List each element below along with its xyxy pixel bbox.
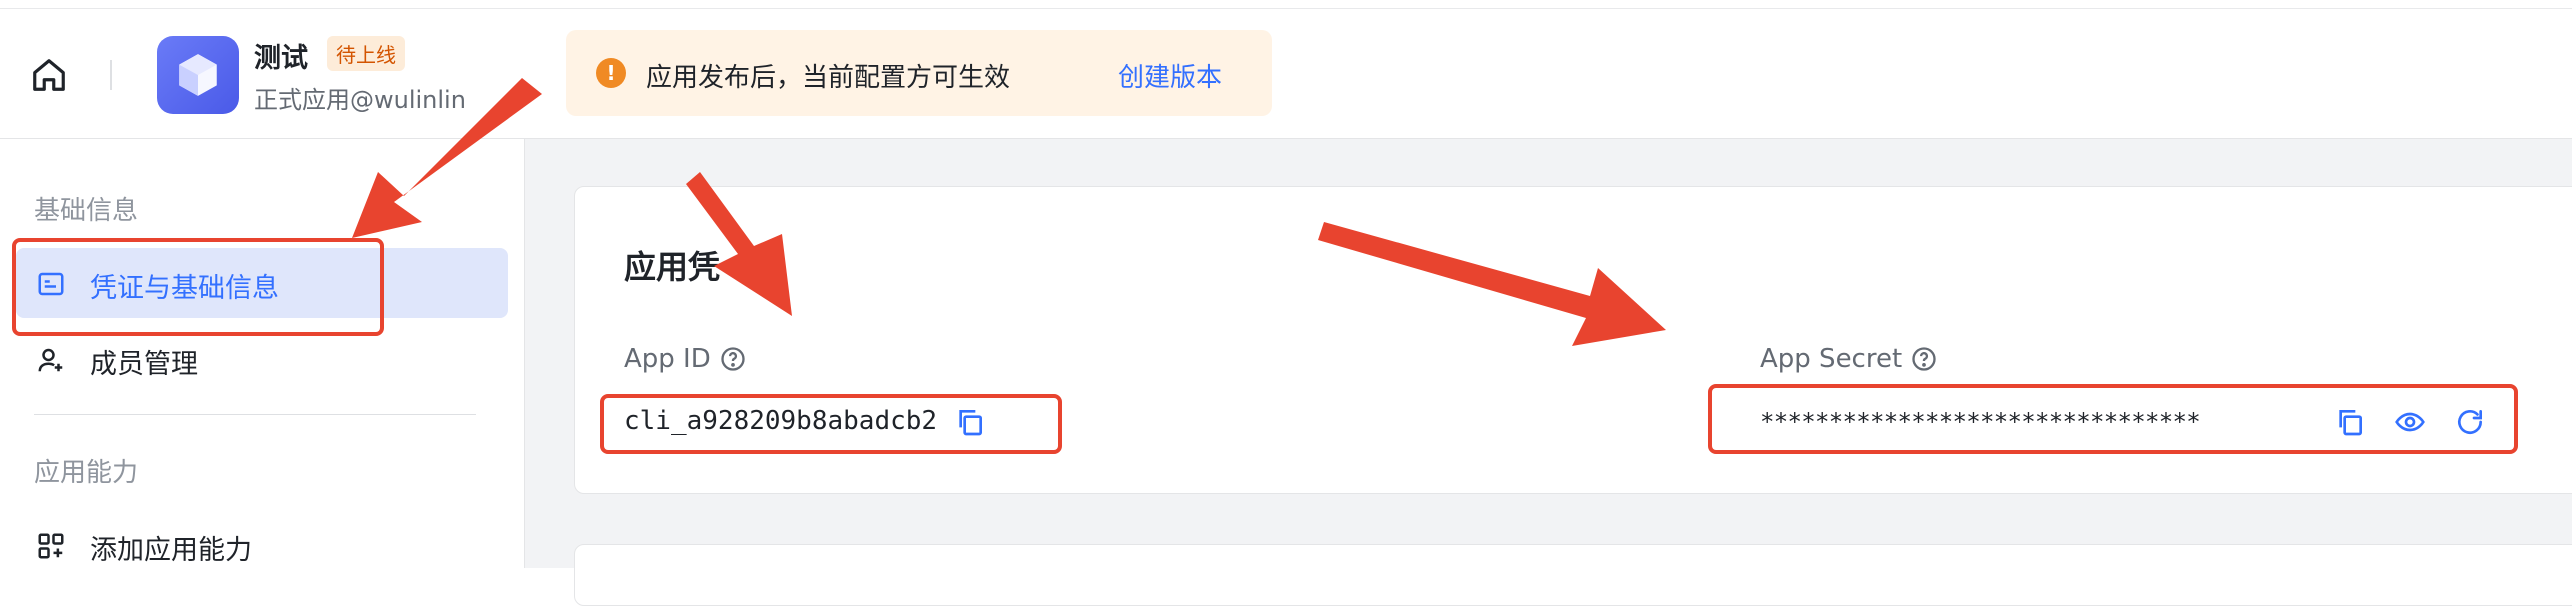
user-add-icon bbox=[38, 348, 63, 372]
banner-message: 应用发布后，当前配置方可生效 bbox=[646, 63, 1011, 93]
app-secret-label-row: App Secret bbox=[1760, 344, 1938, 374]
home-button[interactable] bbox=[26, 52, 72, 98]
publish-notice-banner: ! 应用发布后，当前配置方可生效 创建版本 bbox=[566, 30, 1272, 116]
app-name: 测试 bbox=[254, 43, 308, 74]
window-top-edge bbox=[0, 0, 2572, 9]
sidebar-divider bbox=[34, 414, 476, 415]
cube-icon bbox=[179, 54, 217, 96]
status-badge: 待上线 bbox=[327, 36, 405, 71]
app-secret-label: App Secret bbox=[1760, 344, 1903, 374]
help-icon[interactable] bbox=[719, 345, 747, 373]
header-divider bbox=[110, 60, 112, 90]
home-icon bbox=[33, 59, 65, 91]
app-subtitle: 正式应用@wulinlin bbox=[254, 86, 466, 114]
next-card bbox=[574, 544, 2572, 606]
sidebar-item-label: 成员管理 bbox=[90, 349, 198, 380]
help-icon[interactable] bbox=[1910, 345, 1938, 373]
annotation-highlight-box bbox=[600, 394, 1062, 454]
apps-grid-add-icon bbox=[38, 533, 64, 559]
sidebar-item-add-capability[interactable]: 添加应用能力 bbox=[16, 510, 508, 580]
app-avatar bbox=[157, 36, 239, 114]
sidebar-section-title-capabilities: 应用能力 bbox=[34, 458, 139, 488]
sidebar-item-label: 添加应用能力 bbox=[90, 535, 252, 566]
warning-icon: ! bbox=[596, 58, 626, 88]
annotation-highlight-box bbox=[12, 238, 384, 336]
annotation-highlight-box bbox=[1708, 384, 2518, 454]
create-version-link[interactable]: 创建版本 bbox=[1118, 57, 1222, 94]
app-id-label: App ID bbox=[624, 344, 711, 374]
app-id-label-row: App ID bbox=[624, 344, 747, 374]
sidebar-section-title-basic: 基础信息 bbox=[34, 196, 139, 226]
credentials-title: 应用凭 bbox=[624, 248, 721, 286]
